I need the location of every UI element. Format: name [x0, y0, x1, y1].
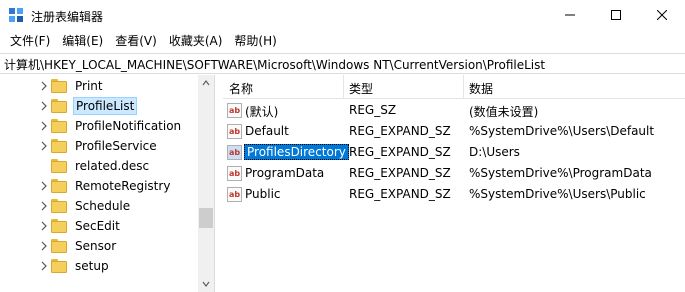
- scroll-up-arrow[interactable]: [198, 75, 214, 91]
- column-divider[interactable]: [463, 75, 464, 99]
- address-path[interactable]: 计算机\HKEY_LOCAL_MACHINE\SOFTWARE\Microsof…: [4, 56, 545, 73]
- tree-item-label: related.desc: [75, 159, 150, 173]
- tree-item-label: Schedule: [75, 199, 131, 213]
- chevron-right-icon[interactable]: [40, 201, 48, 211]
- value-name: Default: [245, 124, 289, 138]
- expand-string-value-icon: ab: [227, 145, 242, 160]
- tree-item-label: RemoteRegistry: [75, 179, 171, 193]
- menu-file[interactable]: 文件(F): [4, 30, 56, 52]
- tree-item-remoteregistry[interactable]: RemoteRegistry: [0, 176, 214, 196]
- folder-icon: [51, 119, 67, 133]
- value-name: Public: [245, 187, 281, 201]
- expand-string-value-icon: ab: [227, 187, 242, 202]
- value-name: (默认): [245, 105, 279, 119]
- folder-icon: [51, 139, 67, 153]
- expand-string-value-icon: ab: [227, 166, 242, 181]
- value-data: (数值未设置): [469, 105, 539, 119]
- value-data: %SystemDrive%\ProgramData: [469, 166, 652, 180]
- registry-editor-icon: [8, 7, 24, 23]
- value-data: %SystemDrive%\Users\Public: [469, 187, 646, 201]
- chevron-right-icon[interactable]: [40, 181, 48, 191]
- tree-item-setup[interactable]: setup: [0, 256, 214, 276]
- list-header: 名称 类型 数据: [223, 75, 685, 99]
- close-button[interactable]: [639, 0, 685, 30]
- scroll-thumb[interactable]: [199, 208, 213, 228]
- value-data: %SystemDrive%\Users\Default: [469, 124, 655, 138]
- tree-item-label: setup: [75, 259, 109, 273]
- value-type: REG_EXPAND_SZ: [349, 145, 451, 159]
- value-row[interactable]: ab Public REG_EXPAND_SZ %SystemDrive%\Us…: [223, 184, 685, 205]
- value-row[interactable]: ab ProgramData REG_EXPAND_SZ %SystemDriv…: [223, 163, 685, 184]
- tree-item-profileservice[interactable]: ProfileService: [0, 136, 214, 156]
- menu-help[interactable]: 帮助(H): [228, 30, 282, 52]
- folder-icon: [51, 219, 67, 233]
- tree-item-secedit[interactable]: SecEdit: [0, 216, 214, 236]
- tree-item-label: ProfileList: [73, 97, 138, 115]
- value-row[interactable]: ab (默认) REG_SZ (数值未设置): [223, 100, 685, 121]
- column-header-type[interactable]: 类型: [349, 80, 373, 97]
- tree-scrollbar[interactable]: [198, 75, 214, 292]
- value-list: 名称 类型 数据 ab (默认) REG_SZ (数值未设置) ab Defau…: [223, 75, 685, 292]
- value-type: REG_EXPAND_SZ: [349, 187, 451, 201]
- value-type: REG_EXPAND_SZ: [349, 124, 451, 138]
- expand-string-value-icon: ab: [227, 124, 242, 139]
- value-row-selected[interactable]: ab ProfilesDirectory REG_EXPAND_SZ D:\Us…: [223, 142, 685, 163]
- menu-favorites[interactable]: 收藏夹(A): [163, 30, 229, 52]
- tree-item-schedule[interactable]: Schedule: [0, 196, 214, 216]
- tree-item-sensor[interactable]: Sensor: [0, 236, 214, 256]
- chevron-right-icon[interactable]: [40, 81, 48, 91]
- address-bar[interactable]: 计算机\HKEY_LOCAL_MACHINE\SOFTWARE\Microsof…: [0, 53, 685, 74]
- chevron-right-icon[interactable]: [40, 141, 48, 151]
- chevron-down-icon: [202, 281, 210, 287]
- string-value-icon: ab: [227, 103, 242, 118]
- chevron-right-icon[interactable]: [40, 241, 48, 251]
- maximize-icon: [611, 10, 621, 20]
- maximize-button[interactable]: [593, 0, 639, 30]
- minimize-icon: [565, 14, 575, 16]
- tree-item-label: Sensor: [75, 239, 117, 253]
- folder-icon: [51, 239, 67, 253]
- folder-open-icon: [51, 99, 67, 113]
- menu-edit[interactable]: 编辑(E): [56, 30, 109, 52]
- chevron-right-icon[interactable]: [40, 261, 48, 271]
- folder-icon: [51, 259, 67, 273]
- tree-item-related-desc[interactable]: related.desc: [0, 156, 214, 176]
- close-icon: [657, 10, 667, 20]
- tree-item-label: Print: [75, 79, 103, 93]
- chevron-up-icon: [202, 80, 210, 86]
- tree-item-print[interactable]: Print: [0, 76, 214, 96]
- value-name: ProfilesDirectory: [244, 144, 349, 160]
- menu-bar: 文件(F) 编辑(E) 查看(V) 收藏夹(A) 帮助(H): [0, 30, 685, 52]
- value-data: D:\Users: [469, 145, 520, 159]
- chevron-right-icon[interactable]: [40, 101, 48, 111]
- value-type: REG_SZ: [349, 103, 397, 117]
- scroll-down-arrow[interactable]: [198, 276, 214, 292]
- column-divider[interactable]: [343, 75, 344, 99]
- tree-item-label: ProfileNotification: [75, 119, 182, 133]
- value-name: ProgramData: [245, 166, 325, 180]
- tree-item-profilelist[interactable]: ProfileList: [0, 96, 214, 116]
- menu-view[interactable]: 查看(V): [109, 30, 163, 52]
- chevron-right-icon[interactable]: [40, 121, 48, 131]
- title-bar: 注册表编辑器: [0, 0, 685, 30]
- tree-item-label: ProfileService: [75, 139, 157, 153]
- window-title: 注册表编辑器: [31, 10, 104, 24]
- tree-item-label: SecEdit: [75, 219, 120, 233]
- chevron-right-icon[interactable]: [40, 221, 48, 231]
- column-header-data[interactable]: 数据: [469, 80, 493, 97]
- tree-item-profilenotification[interactable]: ProfileNotification: [0, 116, 214, 136]
- minimize-button[interactable]: [547, 0, 593, 30]
- key-tree: Print ProfileList ProfileNotification Pr…: [0, 75, 215, 292]
- value-type: REG_EXPAND_SZ: [349, 166, 451, 180]
- folder-icon: [51, 159, 67, 173]
- folder-icon: [51, 179, 67, 193]
- column-header-name[interactable]: 名称: [229, 80, 253, 97]
- value-row[interactable]: ab Default REG_EXPAND_SZ %SystemDrive%\U…: [223, 121, 685, 142]
- folder-icon: [51, 79, 67, 93]
- folder-icon: [51, 199, 67, 213]
